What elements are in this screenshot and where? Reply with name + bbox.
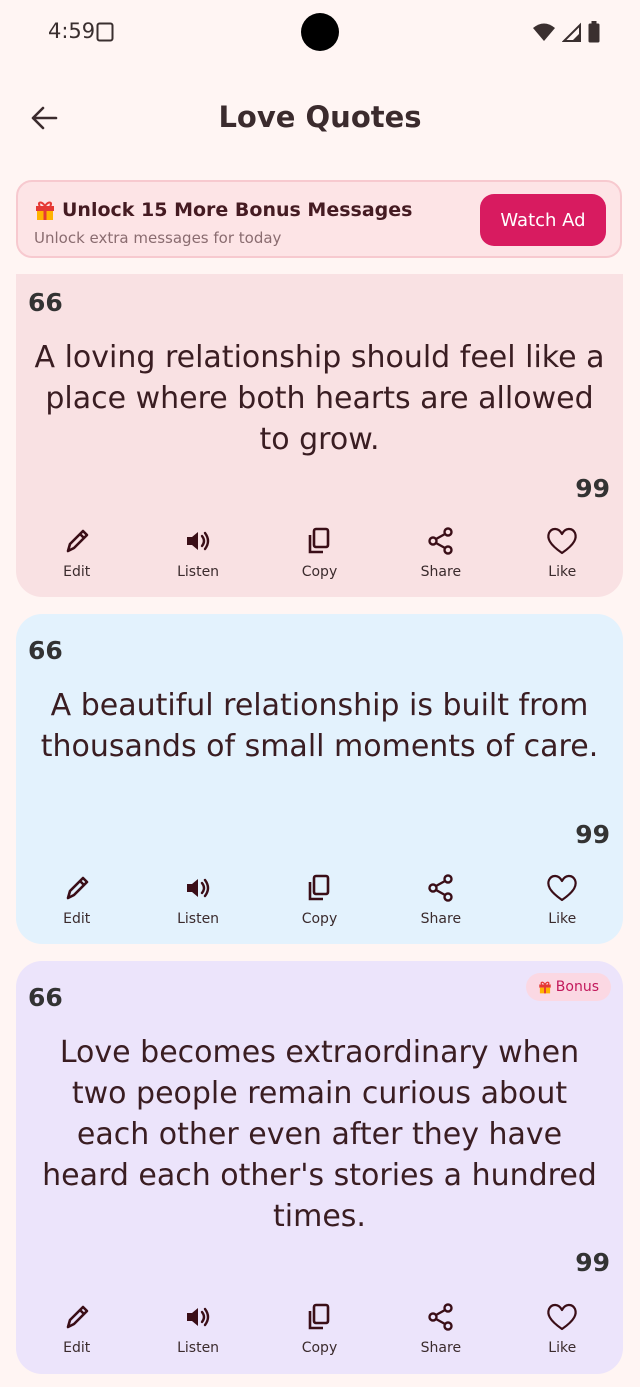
- status-time: 4:59: [48, 19, 96, 43]
- share-label: Share: [420, 1340, 462, 1356]
- quote-card: 66 Bonus Love becomes extraordinary when…: [16, 961, 623, 1374]
- bonus-badge-label: Bonus: [555, 979, 599, 995]
- page-title: Love Quotes: [218, 100, 422, 134]
- copy-button[interactable]: Copy: [259, 524, 380, 580]
- status-bar: 4:59: [0, 0, 640, 66]
- wifi-icon: [533, 23, 555, 41]
- listen-button[interactable]: Listen: [137, 871, 258, 927]
- share-button[interactable]: Share: [380, 1300, 501, 1356]
- battery-icon: [588, 21, 600, 43]
- copy-label: Copy: [301, 911, 338, 927]
- share-icon: [428, 527, 453, 555]
- card-actions: Edit Listen Copy Share Like: [16, 524, 623, 580]
- speaker-icon: [187, 531, 210, 551]
- listen-label: Listen: [177, 564, 220, 580]
- camera-cutout: [301, 13, 339, 51]
- copy-icon: [309, 1303, 330, 1330]
- watch-ad-button[interactable]: Watch Ad: [480, 194, 606, 246]
- speaker-icon: [187, 1307, 210, 1327]
- edit-button[interactable]: Edit: [16, 871, 137, 927]
- banner-title-row: Unlock 15 More Bonus Messages: [34, 199, 412, 221]
- unlock-bonus-banner: Unlock 15 More Bonus Messages Unlock ext…: [16, 180, 622, 258]
- heart-icon: [547, 527, 577, 555]
- share-button[interactable]: Share: [380, 524, 501, 580]
- copy-icon: [309, 874, 330, 901]
- like-label: Like: [548, 1340, 577, 1356]
- copy-label: Copy: [301, 564, 338, 580]
- quote-card: 66 A beautiful relationship is built fro…: [16, 614, 623, 944]
- heart-icon: [547, 1303, 577, 1331]
- edit-label: Edit: [63, 564, 91, 580]
- banner-title: Unlock 15 More Bonus Messages: [62, 199, 413, 221]
- screenshot-notification-icon: [96, 22, 114, 42]
- quote-text: A loving relationship should feel like a…: [34, 340, 605, 457]
- like-button[interactable]: Like: [502, 524, 623, 580]
- like-button[interactable]: Like: [502, 871, 623, 927]
- copy-icon: [309, 527, 330, 554]
- gift-icon: [539, 981, 551, 994]
- like-label: Like: [548, 564, 577, 580]
- pencil-icon: [66, 876, 88, 900]
- quote-card: 66 A loving relationship should feel lik…: [16, 274, 623, 597]
- listen-label: Listen: [177, 911, 220, 927]
- pencil-icon: [66, 1305, 88, 1329]
- share-button[interactable]: Share: [380, 871, 501, 927]
- edit-label: Edit: [63, 1340, 91, 1356]
- open-quote-mark: 66: [28, 288, 63, 317]
- share-label: Share: [420, 564, 462, 580]
- copy-button[interactable]: Copy: [259, 871, 380, 927]
- quote-text: Love becomes extraordinary when two peop…: [42, 1035, 597, 1234]
- edit-label: Edit: [63, 911, 91, 927]
- speaker-icon: [187, 878, 210, 898]
- share-label: Share: [420, 911, 462, 927]
- pencil-icon: [66, 529, 88, 553]
- open-quote-mark: 66: [28, 983, 63, 1012]
- listen-button[interactable]: Listen: [137, 524, 258, 580]
- edit-button[interactable]: Edit: [16, 524, 137, 580]
- close-quote-mark: 99: [575, 820, 610, 849]
- like-button[interactable]: Like: [502, 1300, 623, 1356]
- banner-subtitle: Unlock extra messages for today: [34, 229, 282, 247]
- heart-icon: [547, 874, 577, 902]
- bonus-badge: Bonus: [525, 973, 611, 1001]
- signal-icon: [562, 22, 581, 42]
- listen-label: Listen: [177, 1340, 220, 1356]
- open-quote-mark: 66: [28, 636, 63, 665]
- edit-button[interactable]: Edit: [16, 1300, 137, 1356]
- share-icon: [428, 1303, 453, 1331]
- copy-button[interactable]: Copy: [259, 1300, 380, 1356]
- app-bar: Love Quotes: [0, 86, 640, 150]
- card-actions: Edit Listen Copy Share Like: [16, 871, 623, 927]
- share-icon: [428, 874, 453, 902]
- card-actions: Edit Listen Copy Share Like: [16, 1300, 623, 1356]
- close-quote-mark: 99: [575, 474, 610, 503]
- like-label: Like: [548, 911, 577, 927]
- gift-icon: [36, 201, 54, 220]
- listen-button[interactable]: Listen: [137, 1300, 258, 1356]
- quote-text: A beautiful relationship is built from t…: [40, 688, 599, 764]
- close-quote-mark: 99: [575, 1248, 610, 1277]
- copy-label: Copy: [301, 1340, 338, 1356]
